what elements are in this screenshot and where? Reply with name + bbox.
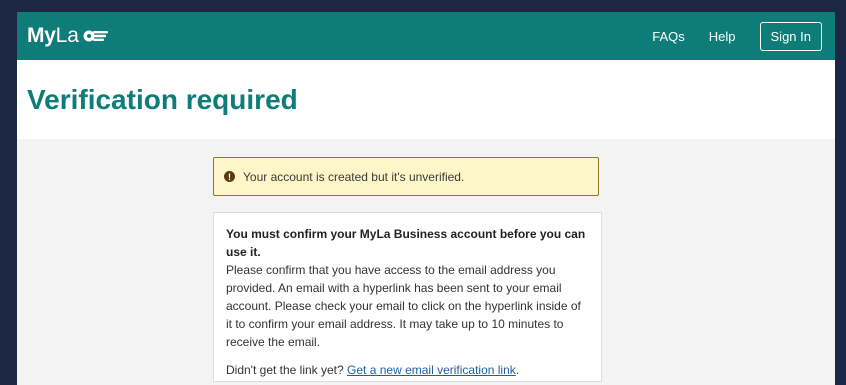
verification-card: You must confirm your MyLa Business acco… bbox=[213, 212, 602, 382]
top-header: My La FAQs Help Sign In bbox=[17, 12, 835, 60]
header-nav: FAQs Help Sign In bbox=[652, 21, 822, 51]
resend-verification-link[interactable]: Get a new email verification link bbox=[347, 363, 516, 377]
nav-help-link[interactable]: Help bbox=[709, 29, 736, 44]
exclamation-icon: ! bbox=[224, 171, 235, 182]
card-footer-suffix: . bbox=[515, 363, 520, 377]
card-footer: Didn't get the link yet? Get a new email… bbox=[226, 361, 589, 379]
nav-faqs-link[interactable]: FAQs bbox=[652, 29, 685, 44]
unverified-alert: ! Your account is created but it's unver… bbox=[213, 157, 599, 196]
logo-text-my: My bbox=[27, 24, 56, 47]
sign-in-button[interactable]: Sign In bbox=[759, 21, 822, 51]
card-footer-prefix: Didn't get the link yet? bbox=[226, 363, 348, 377]
myla-logo[interactable]: My La bbox=[27, 24, 109, 48]
logo-text-la: La bbox=[55, 24, 79, 47]
card-lead-text: You must confirm your MyLa Business acco… bbox=[226, 227, 586, 259]
page-title: Verification required bbox=[27, 83, 298, 115]
title-band: Verification required bbox=[17, 60, 835, 139]
card-body-text: Please confirm that you have access to t… bbox=[226, 263, 581, 349]
alert-text: Your account is created but it's unverif… bbox=[243, 169, 465, 184]
key-icon bbox=[83, 30, 108, 42]
